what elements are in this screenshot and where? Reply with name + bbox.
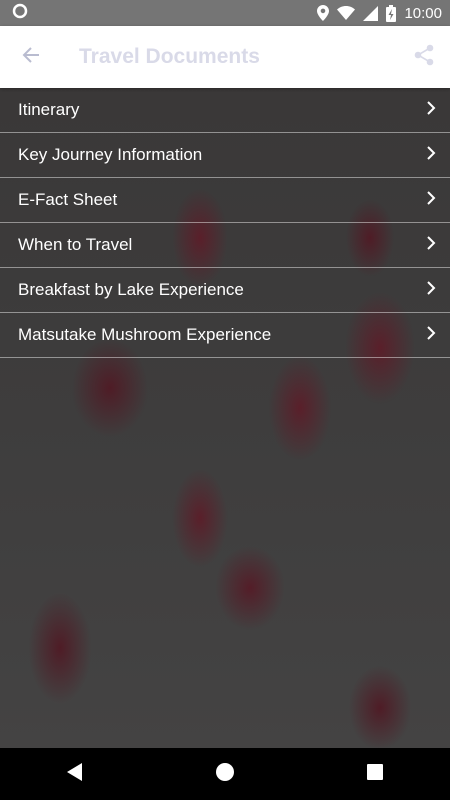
- share-button[interactable]: [398, 26, 450, 88]
- nav-back-button[interactable]: [45, 748, 105, 800]
- menu-item-matsutake-mushroom[interactable]: Matsutake Mushroom Experience: [0, 313, 450, 358]
- menu-item-label: When to Travel: [18, 235, 133, 254]
- menu-item-when-to-travel[interactable]: When to Travel: [0, 223, 450, 268]
- nav-home-button[interactable]: [195, 748, 255, 800]
- menu-item-label: Itinerary: [18, 100, 80, 119]
- system-nav-bar: [0, 748, 450, 800]
- status-bar: 10:00: [0, 0, 450, 26]
- menu-item-label: E-Fact Sheet: [18, 190, 118, 209]
- menu-item-itinerary[interactable]: Itinerary: [0, 88, 450, 133]
- content-area: Itinerary Key Journey Information E-Fact…: [0, 88, 450, 748]
- chevron-right-icon: [426, 235, 436, 256]
- signal-icon: [363, 5, 379, 21]
- document-menu-list: Itinerary Key Journey Information E-Fact…: [0, 88, 450, 358]
- circle-notification-icon: [12, 3, 28, 23]
- menu-item-label: Key Journey Information: [18, 145, 203, 164]
- back-triangle-icon: [67, 762, 83, 786]
- share-icon: [414, 44, 434, 71]
- menu-item-key-journey-information[interactable]: Key Journey Information: [0, 133, 450, 178]
- chevron-right-icon: [426, 325, 436, 346]
- menu-item-label: Breakfast by Lake Experience: [18, 280, 244, 299]
- chevron-right-icon: [426, 190, 436, 211]
- nav-recents-button[interactable]: [345, 748, 405, 800]
- menu-item-breakfast-by-lake[interactable]: Breakfast by Lake Experience: [0, 268, 450, 313]
- app-bar: Travel Documents: [0, 26, 450, 88]
- wifi-icon: [337, 6, 356, 20]
- chevron-right-icon: [426, 100, 436, 121]
- arrow-left-icon: [22, 46, 40, 69]
- home-circle-icon: [216, 762, 234, 786]
- menu-item-label: Matsutake Mushroom Experience: [18, 325, 272, 344]
- menu-item-e-fact-sheet[interactable]: E-Fact Sheet: [0, 178, 450, 223]
- chevron-right-icon: [426, 280, 436, 301]
- battery-charging-icon: [386, 4, 397, 22]
- back-button[interactable]: [0, 26, 62, 88]
- status-time: 10:00: [404, 4, 442, 22]
- location-icon: [317, 5, 330, 21]
- chevron-right-icon: [426, 145, 436, 166]
- page-title: Travel Documents: [79, 45, 260, 68]
- recents-square-icon: [367, 763, 383, 785]
